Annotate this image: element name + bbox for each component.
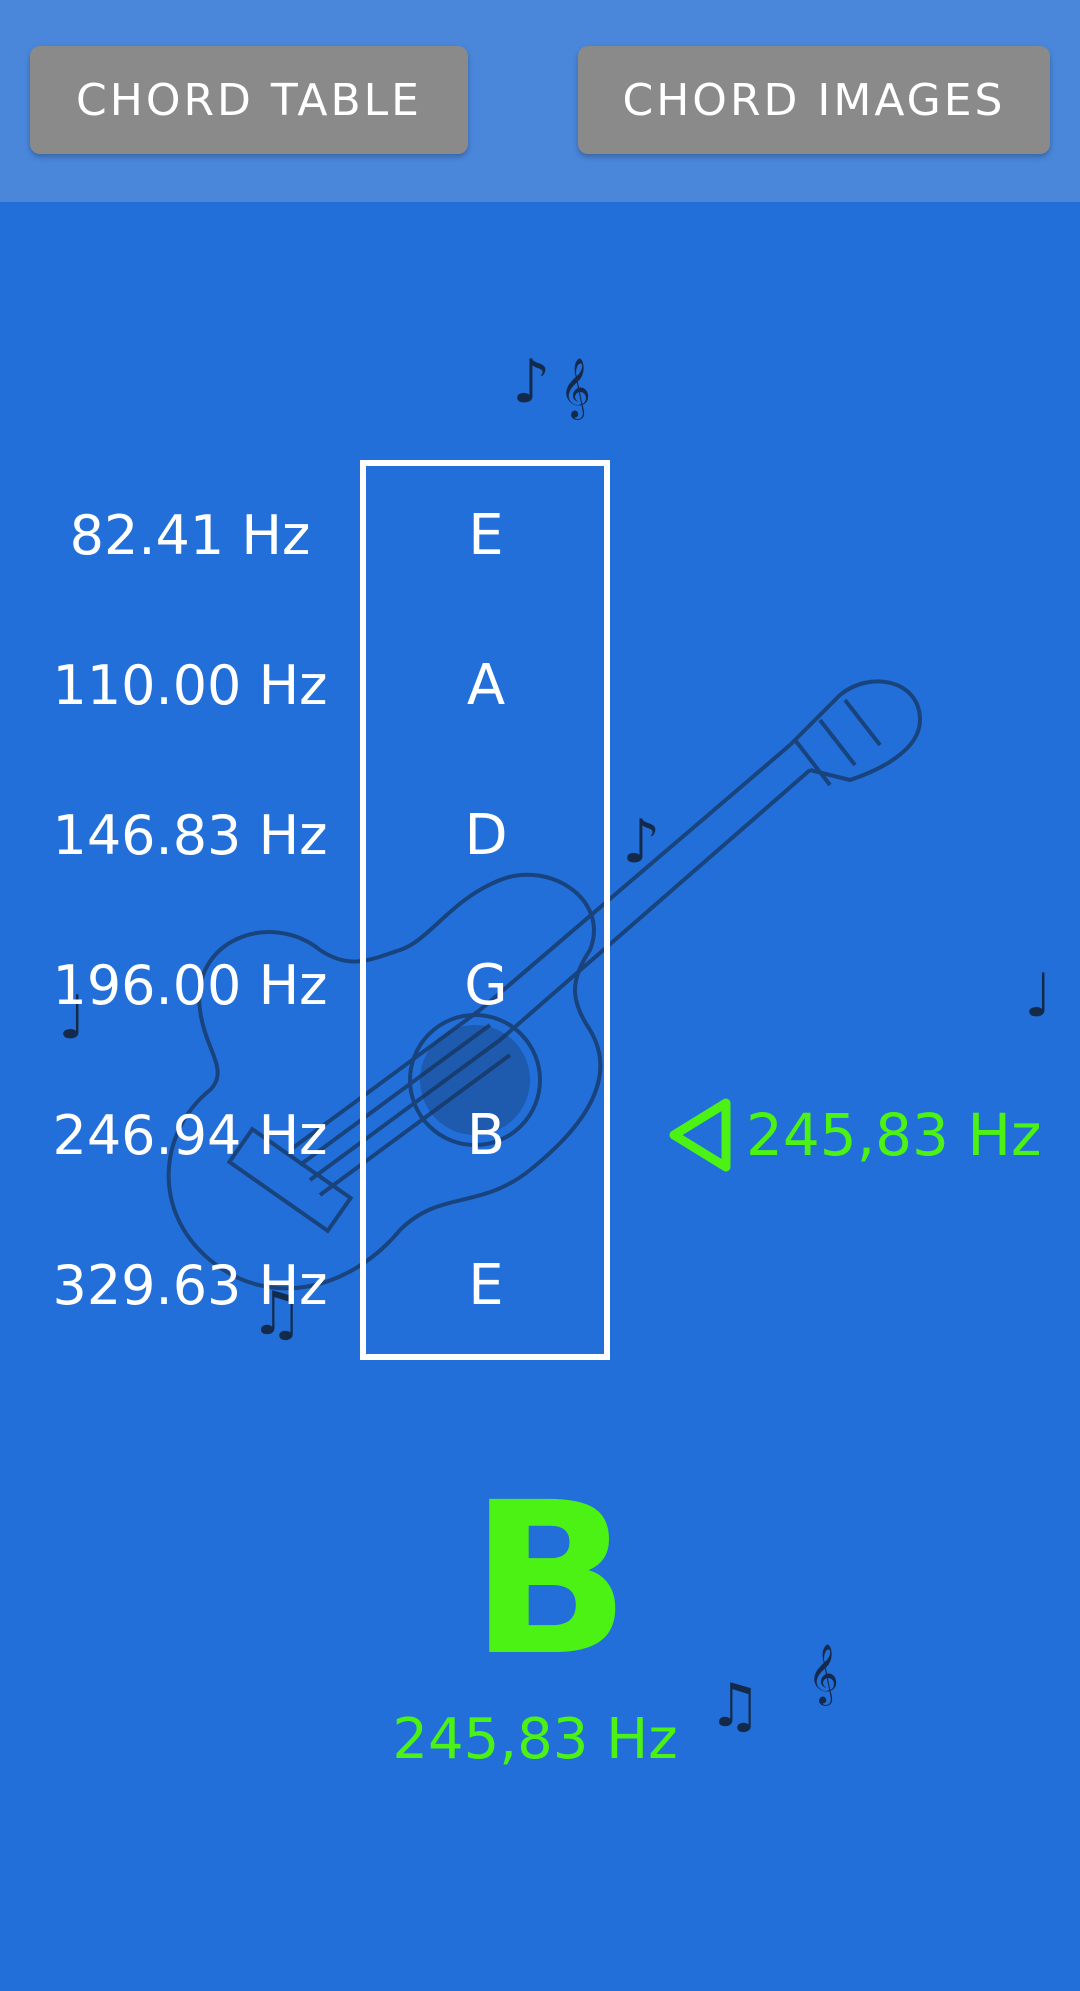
string-note-2[interactable]: A: [362, 646, 610, 726]
string-note-4[interactable]: G: [362, 946, 610, 1026]
indicator-frequency: 245,83 Hz: [746, 1101, 1042, 1169]
string-notes-box: [360, 460, 610, 1360]
string-frequency-4: 196.00 Hz: [52, 954, 328, 1017]
string-note-5[interactable]: B: [362, 1096, 610, 1176]
pitch-indicator: 245,83 Hz: [664, 1090, 1041, 1180]
string-frequency-6: 329.63 Hz: [52, 1254, 328, 1317]
quarter-note-icon: ♩: [1024, 961, 1053, 1031]
detected-frequency: 245,83 Hz: [392, 1707, 678, 1772]
chord-table-button[interactable]: CHORD TABLE: [30, 46, 468, 154]
detected-note: B: [469, 1457, 631, 1702]
treble-clef-icon: 𝄞: [560, 358, 591, 418]
string-note-6[interactable]: E: [362, 1246, 610, 1326]
eighth-note-icon: ♪: [512, 347, 551, 417]
top-toolbar: CHORD TABLE CHORD IMAGES: [0, 0, 1080, 202]
eighth-note-icon: ♪: [622, 807, 661, 877]
chord-images-button[interactable]: CHORD IMAGES: [578, 46, 1050, 154]
string-frequency-2: 110.00 Hz: [52, 654, 328, 717]
beamed-notes-icon: ♫: [708, 1671, 762, 1741]
string-note-1[interactable]: E: [362, 496, 610, 576]
pointer-triangle-icon: [669, 1098, 731, 1172]
string-frequency-5: 246.94 Hz: [52, 1104, 328, 1167]
string-frequency-3: 146.83 Hz: [52, 804, 328, 867]
string-frequency-1: 82.41 Hz: [69, 504, 311, 567]
treble-clef-icon: 𝄞: [808, 1644, 839, 1704]
string-note-3[interactable]: D: [362, 796, 610, 876]
